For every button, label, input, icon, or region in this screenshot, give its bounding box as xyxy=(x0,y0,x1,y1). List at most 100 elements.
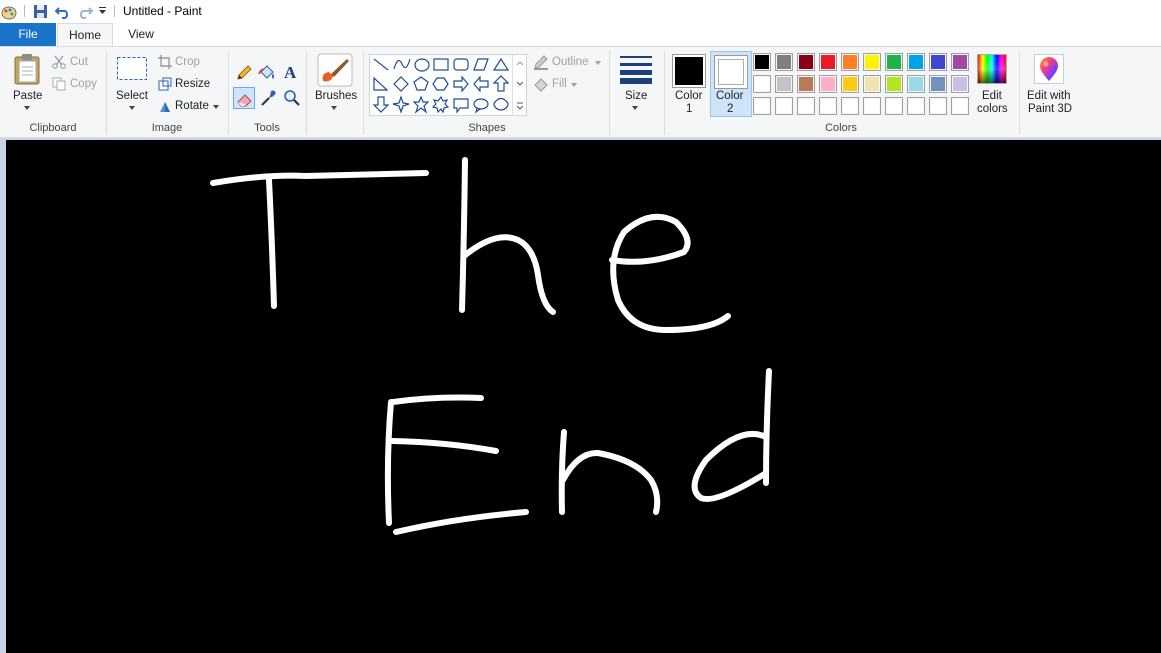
colors-group-label: Colors xyxy=(825,122,857,134)
curve-shape-icon xyxy=(393,58,411,70)
triangle-shape-icon xyxy=(492,57,510,71)
customize-dropdown-icon[interactable] xyxy=(98,6,108,16)
paste-label: Paste xyxy=(13,90,43,102)
paint-app-icon[interactable] xyxy=(1,4,17,20)
tools-group-label: Tools xyxy=(254,122,280,134)
palette-swatch-color xyxy=(909,55,923,69)
palette-swatch-color xyxy=(909,99,923,113)
title-separator xyxy=(114,5,115,17)
color1-frame xyxy=(672,54,706,88)
palette-swatch[interactable] xyxy=(907,75,925,93)
palette-swatch-color xyxy=(887,99,901,113)
tab-view[interactable]: View xyxy=(116,23,166,46)
palette-swatch[interactable] xyxy=(753,75,771,93)
palette-swatch[interactable] xyxy=(797,75,815,93)
drawing-canvas[interactable] xyxy=(6,140,1161,653)
group-separator xyxy=(228,51,229,135)
palette-swatch-color xyxy=(931,55,945,69)
color2-swatch xyxy=(718,59,744,85)
color-picker-icon[interactable] xyxy=(259,89,277,107)
palette-swatch[interactable] xyxy=(775,75,793,93)
title-separator xyxy=(24,5,25,17)
palette-swatch-color xyxy=(755,99,769,113)
palette-swatch[interactable] xyxy=(819,75,837,93)
outline-icon xyxy=(534,55,548,70)
palette-swatch[interactable] xyxy=(885,75,903,93)
palette-swatch-color xyxy=(887,55,901,69)
palette-swatch-color xyxy=(777,77,791,91)
palette-swatch[interactable] xyxy=(951,53,969,71)
palette-swatch[interactable] xyxy=(951,75,969,93)
palette-swatch-color xyxy=(865,55,879,69)
text-icon[interactable]: A xyxy=(282,63,300,81)
selection-rectangle-icon xyxy=(117,57,147,80)
color1-index: 1 xyxy=(686,103,693,115)
palette-swatch[interactable] xyxy=(753,97,771,115)
palette-swatch[interactable] xyxy=(819,53,837,71)
eraser-icon xyxy=(237,94,252,107)
palette-swatch[interactable] xyxy=(885,97,903,115)
palette-swatch[interactable] xyxy=(841,53,859,71)
rotate-icon xyxy=(160,102,170,112)
palette-swatch[interactable] xyxy=(907,97,925,115)
save-icon[interactable] xyxy=(33,4,48,19)
palette-swatch-color xyxy=(777,99,791,113)
palette-swatch[interactable] xyxy=(775,53,793,71)
palette-swatch[interactable] xyxy=(929,75,947,93)
oval-callout-shape-icon xyxy=(473,98,489,110)
color-spectrum-icon xyxy=(977,54,1007,84)
fill-label: Fill xyxy=(552,78,567,90)
palette-swatch-color xyxy=(821,77,835,91)
paint3d-icon xyxy=(1040,57,1058,81)
palette-swatch-color xyxy=(843,55,857,69)
down-arrow-shape-icon xyxy=(372,96,390,113)
right-triangle-shape-icon xyxy=(373,76,389,91)
palette-swatch[interactable] xyxy=(863,53,881,71)
polygon-shape-icon xyxy=(473,58,489,71)
palette-swatch[interactable] xyxy=(775,97,793,115)
redo-icon[interactable] xyxy=(77,4,93,19)
palette-swatch-color xyxy=(909,77,923,91)
color2-frame xyxy=(714,55,748,89)
shapes-gallery xyxy=(369,54,527,116)
magnifier-icon[interactable] xyxy=(283,89,301,107)
paint3d-frame xyxy=(1034,54,1064,84)
chevron-down-icon xyxy=(213,105,219,109)
palette-swatch[interactable] xyxy=(841,75,859,93)
six-point-star-shape-icon xyxy=(431,95,450,114)
chevron-down-icon xyxy=(595,61,601,65)
palette-swatch[interactable] xyxy=(929,53,947,71)
palette-swatch-color xyxy=(755,77,769,91)
oval-shape-icon xyxy=(414,58,430,72)
resize-label: Resize xyxy=(175,78,211,90)
tab-home[interactable]: Home xyxy=(57,23,113,46)
pencil-icon[interactable] xyxy=(235,64,253,82)
ribbon: Paste Cut Copy Clipboard Select Crop Res… xyxy=(0,46,1161,138)
palette-swatch-color xyxy=(799,77,813,91)
shapes-gallery-scroll[interactable] xyxy=(512,55,527,115)
undo-icon[interactable] xyxy=(55,4,71,19)
palette-swatch[interactable] xyxy=(907,53,925,71)
palette-swatch-color xyxy=(931,99,945,113)
palette-swatch[interactable] xyxy=(951,97,969,115)
left-arrow-shape-icon xyxy=(473,75,489,93)
palette-swatch[interactable] xyxy=(797,97,815,115)
five-point-star-shape-icon xyxy=(412,95,430,114)
palette-swatch[interactable] xyxy=(863,75,881,93)
palette-swatch-color xyxy=(843,99,857,113)
fill-bucket-icon[interactable] xyxy=(258,64,276,82)
palette-swatch[interactable] xyxy=(929,97,947,115)
palette-swatch[interactable] xyxy=(797,53,815,71)
palette-swatch[interactable] xyxy=(863,97,881,115)
tab-file[interactable]: File xyxy=(0,23,56,46)
palette-swatch[interactable] xyxy=(819,97,837,115)
color2-button[interactable]: Color 2 xyxy=(710,51,752,117)
palette-swatch[interactable] xyxy=(841,97,859,115)
group-separator xyxy=(363,51,364,135)
eraser-button-selected[interactable] xyxy=(233,87,255,109)
drawn-word-the xyxy=(210,157,731,333)
palette-swatch[interactable] xyxy=(885,53,903,71)
freehand-drawing xyxy=(210,157,772,535)
palette-swatch[interactable] xyxy=(753,53,771,71)
image-group-label: Image xyxy=(151,122,183,134)
